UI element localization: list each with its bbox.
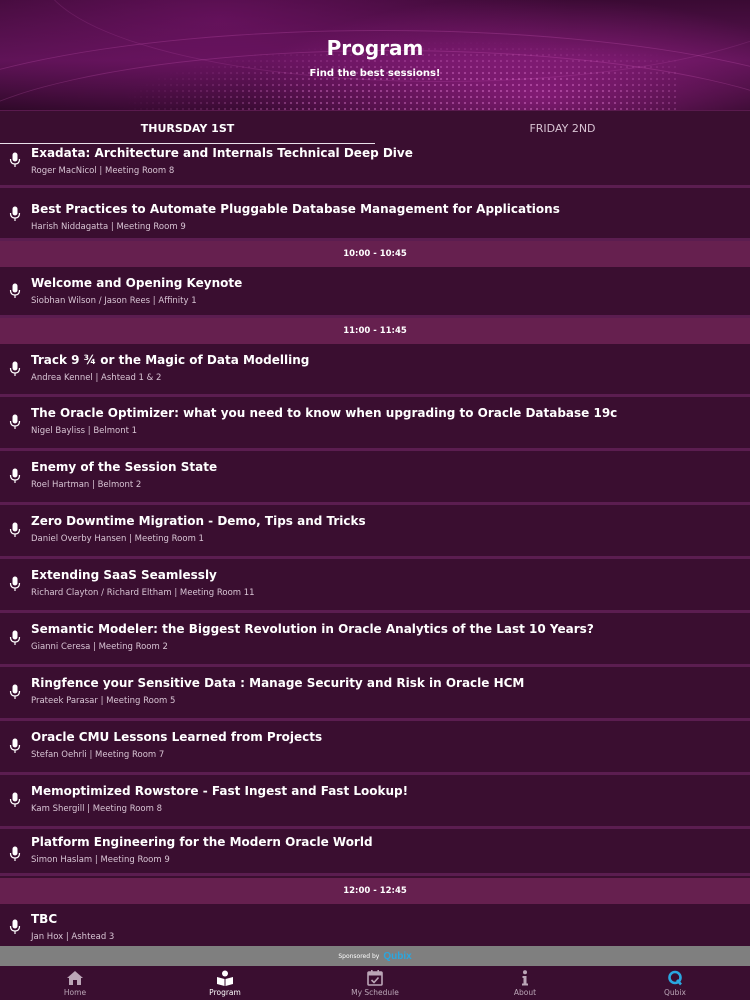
session-title: TBC [31, 912, 58, 926]
microphone-icon [9, 283, 21, 298]
session-meta: Nigel Bayliss | Belmont 1 [31, 426, 138, 436]
microphone-icon [9, 522, 21, 537]
session-meta: Richard Clayton / Richard Eltham | Meeti… [31, 588, 255, 598]
session-title: Welcome and Opening Keynote [31, 276, 243, 290]
nav-my-schedule[interactable]: My Schedule [300, 966, 450, 1000]
day-tabs: THURSDAY 1ST FRIDAY 2ND [0, 110, 750, 145]
time-slot-header: 10:00 - 10:45 [0, 241, 750, 267]
session-row[interactable]: Zero Downtime Migration - Demo, Tips and… [0, 505, 750, 559]
nav-program[interactable]: Program [150, 966, 300, 1000]
nav-qubix[interactable]: Qubix [600, 966, 750, 1000]
header-banner: Program Find the best sessions! [0, 0, 750, 110]
nav-home[interactable]: Home [0, 966, 150, 1000]
session-row[interactable]: Oracle CMU Lessons Learned from Projects… [0, 721, 750, 775]
time-slot-header: 12:00 - 12:45 [0, 878, 750, 904]
session-title: Ringfence your Sensitive Data : Manage S… [31, 676, 525, 690]
session-title: Enemy of the Session State [31, 460, 218, 474]
sponsor-label: Sponsored by [338, 952, 380, 960]
calendar-icon [367, 970, 383, 986]
session-meta: Stefan Oehrli | Meeting Room 7 [31, 750, 165, 760]
session-row[interactable]: TBC Jan Hox | Ashtead 3 [0, 904, 750, 946]
microphone-icon [9, 792, 21, 807]
tab-friday[interactable]: FRIDAY 2ND [375, 111, 750, 145]
session-row[interactable]: Welcome and Opening Keynote Siobhan Wils… [0, 267, 750, 318]
microphone-icon [9, 684, 21, 699]
microphone-icon [9, 738, 21, 753]
microphone-icon [9, 361, 21, 376]
session-meta: Simon Haslam | Meeting Room 9 [31, 855, 170, 865]
tab-thursday[interactable]: THURSDAY 1ST [0, 111, 375, 145]
page-subtitle: Find the best sessions! [309, 68, 441, 79]
session-row[interactable]: Semantic Modeler: the Biggest Revolution… [0, 613, 750, 667]
microphone-icon [9, 919, 21, 934]
session-meta: Daniel Overby Hansen | Meeting Room 1 [31, 534, 204, 544]
session-meta: Kam Shergill | Meeting Room 8 [31, 804, 163, 814]
session-row[interactable]: Platform Engineering for the Modern Orac… [0, 829, 750, 876]
session-meta: Prateek Parasar | Meeting Room 5 [31, 696, 176, 706]
session-meta: Roger MacNicol | Meeting Room 8 [31, 166, 175, 176]
qubix-logo: Qubix [383, 950, 412, 962]
microphone-icon [9, 576, 21, 591]
nav-label: My Schedule [351, 988, 399, 997]
qubix-icon [668, 970, 682, 986]
time-slot-header: 11:00 - 11:45 [0, 318, 750, 344]
session-meta: Roel Hartman | Belmont 2 [31, 480, 142, 490]
session-row[interactable]: Exadata: Architecture and Internals Tech… [0, 144, 750, 188]
nav-label: About [513, 988, 537, 997]
program-icon [217, 970, 233, 986]
session-row[interactable]: Memoptimized Rowstore - Fast Ingest and … [0, 775, 750, 829]
session-meta: Siobhan Wilson / Jason Rees | Affinity 1 [31, 296, 197, 306]
microphone-icon [9, 206, 21, 221]
session-meta: Andrea Kennel | Ashtead 1 & 2 [31, 373, 162, 383]
bottom-navigation: Home Program My Schedule About Qubix [0, 966, 750, 1000]
session-title: Memoptimized Rowstore - Fast Ingest and … [31, 784, 409, 798]
session-meta: Harish Niddagatta | Meeting Room 9 [31, 222, 186, 232]
session-title: Best Practices to Automate Pluggable Dat… [31, 202, 560, 216]
sponsor-banner[interactable]: Sponsored by Qubix [0, 946, 750, 966]
microphone-icon [9, 468, 21, 483]
session-list[interactable]: Exadata: Architecture and Internals Tech… [0, 144, 750, 946]
info-icon [522, 970, 528, 986]
session-row[interactable]: Ringfence your Sensitive Data : Manage S… [0, 667, 750, 721]
home-icon [67, 971, 83, 985]
session-title: Zero Downtime Migration - Demo, Tips and… [31, 514, 366, 528]
session-row[interactable]: Extending SaaS Seamlessly Richard Clayto… [0, 559, 750, 613]
session-row[interactable]: Enemy of the Session State Roel Hartman … [0, 451, 750, 505]
session-row[interactable]: The Oracle Optimizer: what you need to k… [0, 397, 750, 451]
microphone-icon [9, 630, 21, 645]
nav-label: Home [63, 988, 87, 997]
microphone-icon [9, 846, 21, 861]
session-row[interactable]: Track 9 ¾ or the Magic of Data Modelling… [0, 344, 750, 397]
session-title: Platform Engineering for the Modern Orac… [31, 835, 373, 849]
session-title: Oracle CMU Lessons Learned from Projects [31, 730, 323, 744]
session-title: Extending SaaS Seamlessly [31, 568, 217, 582]
session-meta: Jan Hox | Ashtead 3 [31, 932, 115, 942]
page-title: Program [326, 36, 424, 60]
microphone-icon [9, 414, 21, 429]
session-row[interactable]: Best Practices to Automate Pluggable Dat… [0, 188, 750, 241]
session-title: Exadata: Architecture and Internals Tech… [31, 146, 413, 160]
session-title: Track 9 ¾ or the Magic of Data Modelling [31, 353, 310, 367]
session-meta: Gianni Ceresa | Meeting Room 2 [31, 642, 168, 652]
session-title: The Oracle Optimizer: what you need to k… [31, 406, 618, 420]
nav-label: Program [209, 988, 241, 997]
nav-label: Qubix [664, 988, 686, 997]
session-title: Semantic Modeler: the Biggest Revolution… [31, 622, 594, 636]
nav-about[interactable]: About [450, 966, 600, 1000]
microphone-icon [9, 152, 21, 167]
